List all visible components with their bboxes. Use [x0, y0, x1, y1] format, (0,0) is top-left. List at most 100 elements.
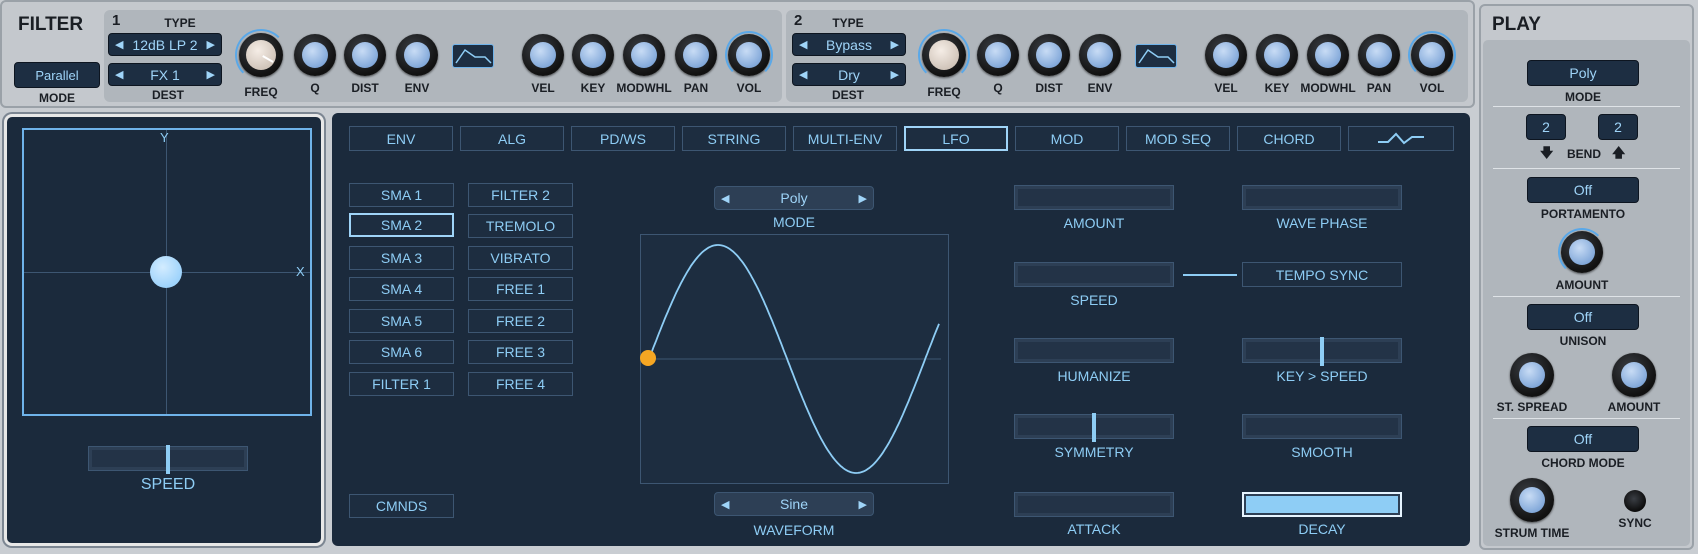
arrow-right-icon[interactable]: ▶ [207, 38, 215, 51]
filter-1-type-select[interactable]: ◀ 12dB LP 2 ▶ [108, 33, 222, 56]
lfo-free-1[interactable]: FREE 1 [468, 277, 573, 301]
arrow-right-icon[interactable]: ▶ [859, 192, 867, 205]
lfo-waveform-display[interactable] [640, 234, 949, 484]
lfo-humanize-slider[interactable] [1014, 338, 1174, 363]
portamento-label: PORTAMENTO [1540, 207, 1626, 221]
arrow-right-icon[interactable]: ▶ [207, 68, 215, 81]
lfo-symmetry-slider[interactable] [1014, 413, 1174, 442]
filter-1-dest-value: FX 1 [150, 66, 180, 83]
tab-string[interactable]: STRING [682, 126, 786, 151]
lfo-free-3[interactable]: FREE 3 [468, 340, 573, 364]
filter-mode-select[interactable]: Parallel [14, 62, 100, 88]
lfo-smooth-slider[interactable] [1242, 414, 1402, 439]
cmnds-button[interactable]: CMNDS [349, 494, 454, 518]
lfo-sma-6[interactable]: SMA 6 [349, 340, 454, 364]
lfo-key-speed-slider[interactable] [1242, 337, 1402, 366]
bend-label: BEND [1566, 147, 1601, 161]
tab-mod[interactable]: MOD [1015, 126, 1119, 151]
xy-speed-slider[interactable] [88, 445, 248, 474]
unison-amount-knob[interactable] [1612, 353, 1656, 397]
filter-1-dist-knob[interactable] [344, 34, 386, 76]
arrow-left-icon[interactable]: ◀ [115, 68, 123, 81]
arrow-left-icon[interactable]: ◀ [721, 192, 729, 205]
bend-up-value[interactable]: 2 [1598, 114, 1638, 140]
lfo-filter-2[interactable]: FILTER 2 [468, 183, 573, 207]
lfo-vibrato[interactable]: VIBRATO [468, 246, 573, 270]
envelope-shape-icon[interactable] [452, 44, 494, 68]
arrow-left-icon[interactable]: ◀ [115, 38, 123, 51]
filter-2-vel-knob[interactable] [1205, 34, 1247, 76]
strum-time-label: STRUM TIME [1494, 526, 1570, 540]
filter-2-pan-knob[interactable] [1358, 34, 1400, 76]
lfo-sma-5[interactable]: SMA 5 [349, 309, 454, 333]
xy-pad-handle[interactable] [150, 256, 182, 288]
unison-select[interactable]: Off [1527, 304, 1639, 330]
lfo-wave-phase-slider[interactable] [1242, 185, 1402, 210]
portamento-amount-ring [1558, 228, 1606, 276]
lfo-filter-1[interactable]: FILTER 1 [349, 372, 454, 396]
filter-2-type-select[interactable]: ◀ Bypass ▶ [792, 33, 906, 56]
portamento-select[interactable]: Off [1527, 177, 1639, 203]
tab-wave-icon[interactable] [1348, 126, 1454, 151]
play-mode-select[interactable]: Poly [1527, 60, 1639, 86]
bend-down-value[interactable]: 2 [1526, 114, 1566, 140]
lfo-decay-label: DECAY [1298, 521, 1346, 537]
tempo-sync-button[interactable]: TEMPO SYNC [1242, 262, 1402, 287]
lfo-phase-marker[interactable] [640, 350, 656, 366]
strum-time-knob[interactable] [1510, 478, 1554, 522]
lfo-speed-slider[interactable] [1014, 262, 1174, 287]
filter-1-pan-label: PAN [683, 81, 709, 95]
filter-2-dest-select[interactable]: ◀ Dry ▶ [792, 63, 906, 86]
filter-1-modwhl-knob[interactable] [623, 34, 665, 76]
filter-2-key-knob[interactable] [1256, 34, 1298, 76]
filter-2-dist-knob[interactable] [1028, 34, 1070, 76]
unison-amount-label: AMOUNT [1607, 400, 1661, 414]
lfo-tremolo[interactable]: TREMOLO [468, 214, 573, 238]
lfo-waveform-select[interactable]: ◀ Sine ▶ [714, 492, 874, 516]
tab-chord[interactable]: CHORD [1237, 126, 1341, 151]
filter-2-q-knob[interactable] [977, 34, 1019, 76]
lfo-attack-slider[interactable] [1014, 492, 1174, 517]
filter-1-env-knob[interactable] [396, 34, 438, 76]
chord-mode-select[interactable]: Off [1527, 426, 1639, 452]
tab-alg[interactable]: ALG [460, 126, 564, 151]
filter-2-modwhl-label: MODWHL [1300, 81, 1356, 95]
filter-1-modwhl-label: MODWHL [616, 81, 672, 95]
divider [1493, 296, 1680, 297]
lfo-sma-4[interactable]: SMA 4 [349, 277, 454, 301]
lfo-free-2[interactable]: FREE 2 [468, 309, 573, 333]
sync-button[interactable] [1624, 490, 1646, 512]
lfo-sma-3[interactable]: SMA 3 [349, 246, 454, 270]
lfo-decay-slider[interactable] [1242, 492, 1402, 517]
lfo-mode-select[interactable]: ◀ Poly ▶ [714, 186, 874, 210]
st-spread-knob[interactable] [1510, 353, 1554, 397]
filter-1-pan-knob[interactable] [675, 34, 717, 76]
lfo-sma-1[interactable]: SMA 1 [349, 183, 454, 207]
filter-1-q-knob[interactable] [294, 34, 336, 76]
envelope-shape-icon[interactable] [1135, 44, 1177, 68]
sync-label: SYNC [1618, 516, 1652, 530]
lfo-free-4[interactable]: FREE 4 [468, 372, 573, 396]
tab-lfo[interactable]: LFO [904, 126, 1008, 151]
lfo-amount-slider[interactable] [1014, 185, 1174, 210]
tab-env[interactable]: ENV [349, 126, 453, 151]
filter-2-modwhl-knob[interactable] [1307, 34, 1349, 76]
filter-1-key-knob[interactable] [572, 34, 614, 76]
filter-1-vel-knob[interactable] [522, 34, 564, 76]
arrow-left-icon[interactable]: ◀ [721, 498, 729, 511]
arrow-right-icon[interactable]: ▶ [859, 498, 867, 511]
lfo-sma-2[interactable]: SMA 2 [349, 213, 454, 237]
tab-pd-ws[interactable]: PD/WS [571, 126, 675, 151]
tab-multi-env[interactable]: MULTI-ENV [793, 126, 897, 151]
filter-2-env-knob[interactable] [1079, 34, 1121, 76]
lfo-amount-label: AMOUNT [1063, 215, 1125, 231]
filter-1-dest-select[interactable]: ◀ FX 1 ▶ [108, 63, 222, 86]
arrow-right-icon[interactable]: ▶ [891, 38, 899, 51]
xy-pad-y-label: Y [160, 130, 169, 145]
arrow-left-icon[interactable]: ◀ [799, 68, 807, 81]
arrow-right-icon[interactable]: ▶ [891, 68, 899, 81]
filter-mode-label: MODE [39, 91, 75, 105]
filter-2-freq-ring [918, 29, 970, 81]
arrow-left-icon[interactable]: ◀ [799, 38, 807, 51]
tab-mod-seq[interactable]: MOD SEQ [1126, 126, 1230, 151]
